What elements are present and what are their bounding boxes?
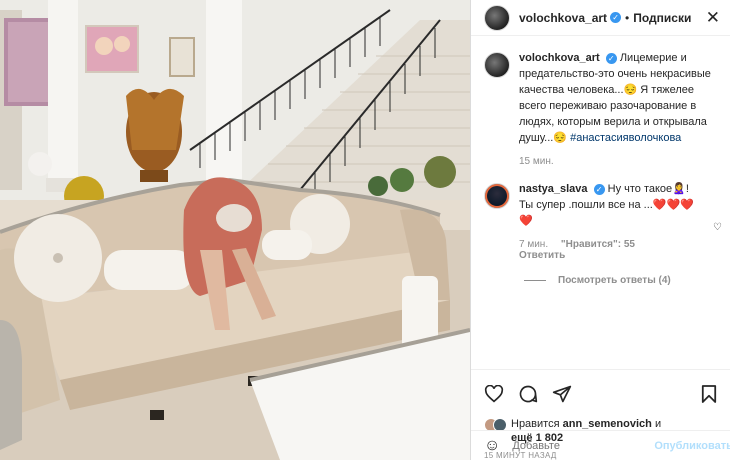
share-paper-plane-icon[interactable] (552, 384, 572, 404)
add-comment-bar: ☺ Опубликовать (471, 430, 730, 460)
caption-author[interactable]: volochkova_art (519, 52, 600, 64)
post-photo[interactable] (0, 0, 470, 460)
verified-badge-icon: ✓ (605, 52, 617, 64)
verified-badge-icon: ✓ (593, 183, 605, 195)
post-actions (471, 369, 730, 417)
caption-author-avatar[interactable] (484, 52, 510, 78)
publish-button[interactable]: Опубликовать (654, 440, 730, 452)
comment-bubble-icon[interactable] (518, 384, 538, 404)
comment-author[interactable]: nastya_slava (519, 183, 588, 195)
post-side-panel: volochkova_art ✓ • Подписки ✕ volochkova… (470, 0, 730, 460)
bookmark-icon[interactable] (701, 384, 717, 404)
reply-button[interactable]: Ответить (519, 250, 565, 261)
header-separator: • (625, 10, 630, 25)
caption-time[interactable]: 15 мин. (519, 156, 554, 167)
following-button[interactable]: Подписки (633, 11, 691, 25)
verified-badge-icon: ✓ (610, 12, 622, 23)
comment-like-heart-icon[interactable]: ♡ (713, 222, 722, 233)
comment-time[interactable]: 7 мин. (519, 239, 548, 250)
commenter-avatar[interactable] (484, 183, 510, 209)
view-replies-button[interactable]: Посмотреть ответы (4) (524, 275, 718, 286)
post-header: volochkova_art ✓ • Подписки ✕ (471, 0, 730, 36)
author-username[interactable]: volochkova_art (519, 11, 607, 25)
caption: volochkova_art ✓ Лицемерие и предательст… (484, 50, 718, 167)
emoji-icon[interactable]: ☺ (484, 437, 500, 455)
like-heart-icon[interactable] (484, 384, 504, 403)
comment-input[interactable] (512, 439, 655, 452)
comment-item: nastya_slava ✓ Ну что такое🙎‍♀️! Ты супе… (484, 181, 722, 261)
comment-meta: 7 мин. "Нравится": 55 Ответить (519, 239, 700, 261)
comment-likes[interactable]: "Нравится": 55 (561, 239, 635, 250)
caption-hashtag[interactable]: #анастасияволочкова (570, 132, 681, 144)
close-icon[interactable]: ✕ (706, 9, 720, 26)
likes-and: и (654, 418, 662, 430)
caption-text: Лицемерие и предательство-это очень некр… (519, 52, 711, 144)
view-replies-label: Посмотреть ответы (4) (558, 275, 671, 286)
author-avatar[interactable] (484, 4, 510, 31)
comments-section[interactable]: volochkova_art ✓ Лицемерие и предательст… (471, 36, 730, 369)
liker-username[interactable]: ann_semenovich (563, 418, 652, 430)
post-photo-illustration (0, 0, 470, 460)
likes-prefix: Нравится (511, 418, 560, 430)
instagram-post-modal: volochkova_art ✓ • Подписки ✕ volochkova… (0, 0, 730, 460)
caption-meta: 15 мин. (519, 156, 718, 167)
replies-divider (524, 280, 546, 281)
